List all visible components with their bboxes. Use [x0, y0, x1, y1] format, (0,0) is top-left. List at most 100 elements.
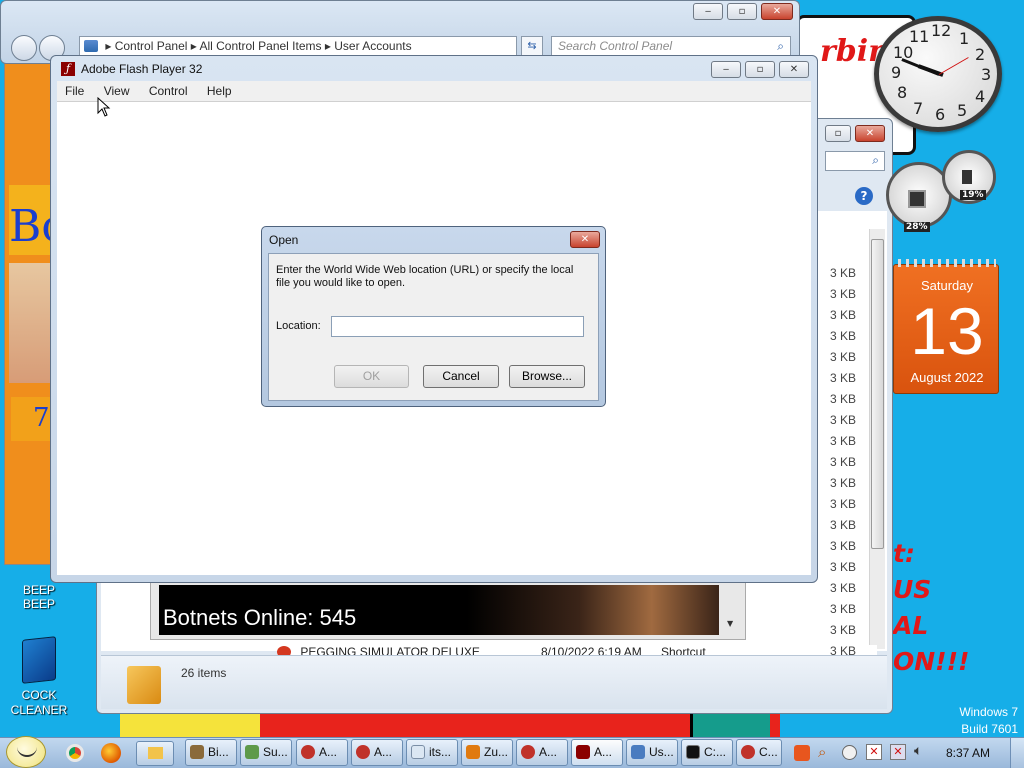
- file-size: 3 KB: [830, 623, 857, 637]
- taskbar-button[interactable]: Us...: [626, 739, 678, 766]
- taskbar-button-label: A...: [319, 745, 338, 759]
- back-button[interactable]: [11, 35, 37, 61]
- taskbar-button-label: A...: [539, 745, 558, 759]
- taskbar-firefox-icon[interactable]: [101, 743, 121, 763]
- explorer-search-input[interactable]: Search Control Panel ⌕: [551, 36, 791, 56]
- menu-file[interactable]: File: [65, 84, 84, 98]
- help-icon[interactable]: ?: [855, 187, 873, 205]
- taskbar-button[interactable]: A...: [296, 739, 348, 766]
- flash-logo-icon: ƒ: [61, 62, 75, 76]
- orange-window-digit: 7: [33, 403, 50, 433]
- clock-gadget[interactable]: 12 1 2 3 4 5 6 7 8 9 10 11: [874, 16, 1002, 132]
- control-panel-icon: [631, 745, 645, 759]
- app-icon: [245, 745, 259, 759]
- botnet-panel: Botnets Online: 545 ▼: [150, 582, 746, 640]
- control-panel-icon: [84, 40, 98, 52]
- file-list-scrollbar[interactable]: [869, 229, 885, 649]
- location-input[interactable]: [331, 316, 584, 337]
- cancel-button[interactable]: Cancel: [423, 365, 499, 388]
- taskbar-button[interactable]: A...: [351, 739, 403, 766]
- cpu-meter-gadget[interactable]: 28% 19%: [884, 150, 1004, 242]
- breadcrumb-item[interactable]: User Accounts: [334, 39, 411, 53]
- desktop-icon-label: BEEP BEEP: [22, 583, 55, 611]
- tray-smiley-icon[interactable]: [842, 745, 857, 760]
- tray-app-icon[interactable]: [794, 745, 810, 761]
- menu-help[interactable]: Help: [207, 84, 232, 98]
- file-window-maximize-button[interactable]: ▫: [825, 125, 851, 142]
- file-size: 3 KB: [830, 287, 857, 301]
- file-size: 3 KB: [830, 434, 857, 448]
- breadcrumb-separator: ▸: [105, 39, 115, 53]
- taskbar-button[interactable]: Bi...: [185, 739, 237, 766]
- taskbar-explorer-icon[interactable]: [136, 741, 174, 766]
- taskbar-button[interactable]: C...: [736, 739, 782, 766]
- taskbar-clock[interactable]: 8:37 AM: [946, 746, 990, 760]
- app-icon: [521, 745, 535, 759]
- calendar-gadget[interactable]: Saturday 13 August 2022: [893, 259, 999, 394]
- calendar-month-year: August 2022: [910, 370, 984, 385]
- file-size: 3 KB: [830, 476, 857, 490]
- panel-scroll-down-icon[interactable]: ▼: [727, 619, 733, 628]
- clock-number: 5: [957, 101, 968, 120]
- taskbar-button[interactable]: A...: [516, 739, 568, 766]
- clock-number: 11: [909, 27, 930, 46]
- clock-minute-hand: [901, 58, 940, 76]
- tray-volume-icon[interactable]: 🔈︎: [914, 743, 922, 759]
- app-icon: [356, 745, 370, 759]
- tray-action-center-icon[interactable]: ✕: [866, 744, 882, 760]
- system-tray: ⌕ ✕ ✕ 🔈︎: [790, 742, 940, 764]
- file-window-search[interactable]: ⌕: [825, 151, 885, 171]
- flash-icon: [576, 745, 590, 759]
- taskbar-button[interactable]: C:...: [681, 739, 733, 766]
- taskbar-chrome-icon[interactable]: [66, 744, 84, 762]
- folder-icon: [148, 747, 163, 759]
- memory-chip-icon: [962, 170, 972, 184]
- refresh-button[interactable]: ⇆: [521, 36, 543, 56]
- explorer-close-button[interactable]: ✕: [761, 3, 793, 20]
- file-size: 3 KB: [830, 308, 857, 322]
- file-window-close-button[interactable]: ✕: [855, 125, 885, 142]
- taskbar-button-label: Us...: [649, 745, 674, 759]
- notepad-icon: [411, 745, 425, 759]
- search-placeholder: Search Control Panel: [558, 39, 673, 53]
- breadcrumb-item[interactable]: Control Panel: [115, 39, 188, 53]
- file-size: 3 KB: [830, 644, 857, 658]
- scrollbar-thumb[interactable]: [871, 239, 884, 549]
- taskbar-button[interactable]: Zu...: [461, 739, 513, 766]
- calendar-rings: [898, 259, 996, 267]
- explorer-maximize-button[interactable]: ▫: [727, 3, 757, 20]
- taskbar-button-label: Bi...: [208, 745, 229, 759]
- breadcrumb-separator: ▸: [324, 39, 335, 53]
- taskbar-button[interactable]: Su...: [240, 739, 292, 766]
- tray-search-icon[interactable]: ⌕: [818, 743, 826, 761]
- taskbar-button-label: C:...: [704, 745, 727, 759]
- flash-maximize-button[interactable]: ▫: [745, 61, 775, 78]
- flash-minimize-button[interactable]: ‒: [711, 61, 741, 78]
- app-icon: [741, 745, 755, 759]
- mouse-cursor-icon: [97, 97, 111, 117]
- breadcrumb-item[interactable]: All Control Panel Items: [199, 39, 321, 53]
- open-dialog-close-button[interactable]: ✕: [570, 231, 600, 248]
- taskbar-button-label: Zu...: [484, 745, 509, 759]
- desktop-icon-cock-cleaner[interactable]: COCK CLEANER: [6, 636, 72, 720]
- watermark-os: Windows 7: [959, 705, 1018, 719]
- address-bar[interactable]: ▸ Control Panel ▸ All Control Panel Item…: [79, 36, 517, 56]
- clock-number: 1: [959, 29, 970, 48]
- clock-number: 9: [891, 63, 902, 82]
- taskbar-button[interactable]: its...: [406, 739, 458, 766]
- show-desktop-button[interactable]: [1010, 738, 1024, 768]
- menu-control[interactable]: Control: [149, 84, 188, 98]
- red-text-line: US: [893, 575, 932, 604]
- menu-view[interactable]: View: [104, 84, 130, 98]
- ok-button[interactable]: OK: [334, 365, 409, 388]
- red-text-line: AL: [893, 611, 929, 640]
- tray-network-icon[interactable]: ✕: [890, 744, 906, 760]
- browse-button[interactable]: Browse...: [509, 365, 585, 388]
- flash-close-button[interactable]: ✕: [779, 61, 809, 78]
- start-button[interactable]: [6, 736, 46, 768]
- file-size: 3 KB: [830, 602, 857, 616]
- open-dialog-title: Open: [269, 233, 299, 247]
- file-size: 3 KB: [830, 455, 857, 469]
- explorer-minimize-button[interactable]: ‒: [693, 3, 723, 20]
- taskbar-button-active[interactable]: A...: [571, 739, 623, 766]
